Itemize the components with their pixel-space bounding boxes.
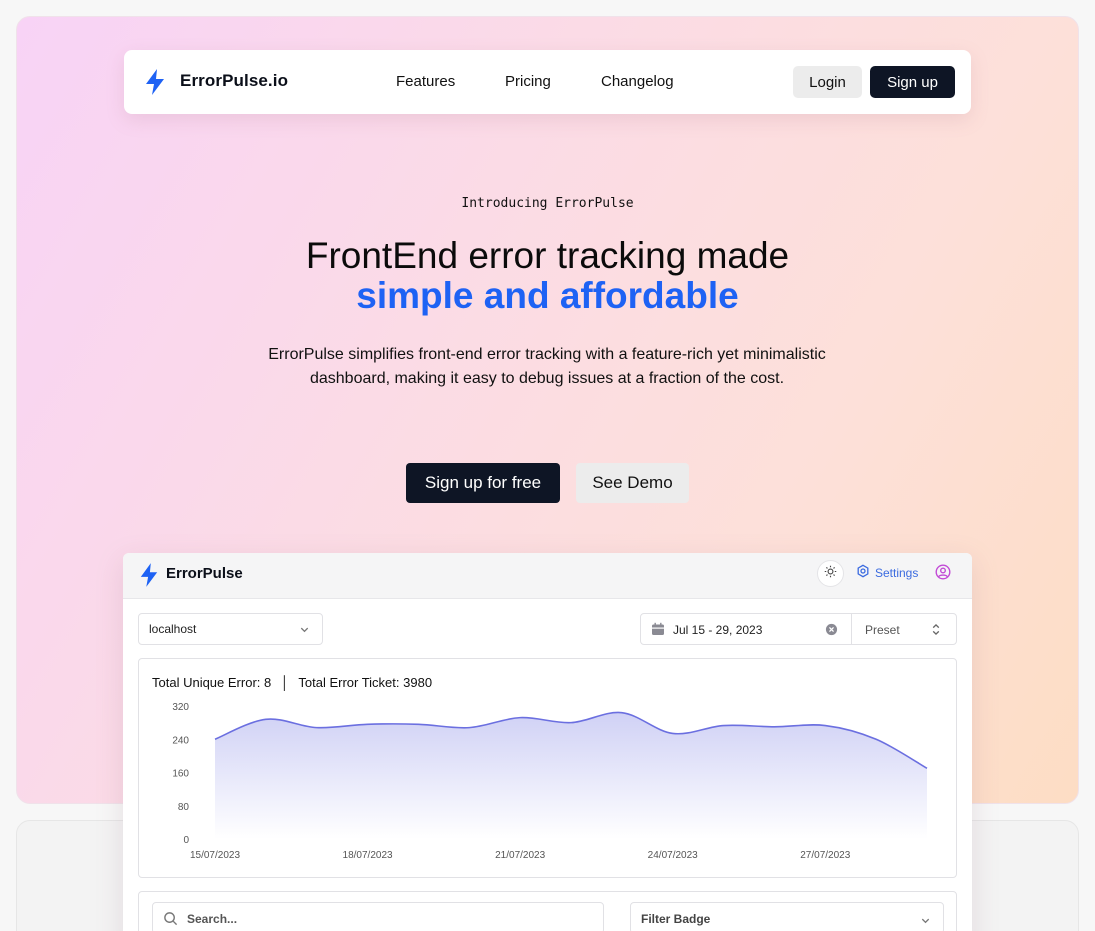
user-profile-icon[interactable] <box>935 564 951 585</box>
site-select[interactable]: localhost <box>138 613 323 645</box>
dashboard-header: ErrorPulse Settings <box>123 553 972 599</box>
intro-label: Introducing ErrorPulse <box>461 196 634 211</box>
x-tick-label: 24/07/2023 <box>648 850 698 861</box>
y-tick-label: 320 <box>172 702 189 713</box>
signup-free-button[interactable]: Sign up for free <box>406 463 560 503</box>
clear-date-icon[interactable] <box>825 623 838 641</box>
see-demo-button[interactable]: See Demo <box>576 463 689 503</box>
error-list-toolbar: Search... Filter Badge <box>138 891 957 931</box>
y-tick-label: 240 <box>172 735 189 746</box>
preset-select[interactable]: Preset <box>865 623 900 637</box>
settings-label: Settings <box>875 565 919 580</box>
signup-button[interactable]: Sign up <box>870 66 955 98</box>
login-button[interactable]: Login <box>793 66 862 98</box>
theme-toggle-button[interactable] <box>817 560 844 587</box>
settings-link[interactable]: Settings <box>856 564 918 581</box>
search-input[interactable]: Search... <box>152 902 604 931</box>
dashboard-brand: ErrorPulse <box>166 565 243 582</box>
y-tick-label: 0 <box>183 835 189 846</box>
lightning-logo-icon <box>139 562 159 593</box>
y-tick-label: 80 <box>178 802 190 813</box>
search-placeholder: Search... <box>187 912 238 926</box>
x-tick-label: 21/07/2023 <box>495 850 545 861</box>
date-range-picker[interactable]: Jul 15 - 29, 2023 Preset <box>640 613 957 645</box>
nav-link-pricing[interactable]: Pricing <box>505 73 551 90</box>
x-tick-label: 18/07/2023 <box>343 850 393 861</box>
error-area-chart: 0 80 160 240 320 15/07/2023 18/07/2023 21/07/20… <box>172 702 928 861</box>
dashboard-preview: ErrorPulse Settings localhost Jul 15 - 2… <box>123 553 972 931</box>
site-select-value: localhost <box>149 622 197 636</box>
chevron-down-icon <box>299 624 310 638</box>
page-headline: FrontEnd error tracking made simple and … <box>0 236 1095 316</box>
sun-icon <box>824 565 837 583</box>
headline-line2-accent: simple and affordable <box>356 275 739 316</box>
error-chart-card: Total Unique Error: 8 │ Total Error Tick… <box>138 658 957 878</box>
chevron-updown-icon <box>931 623 941 641</box>
nav-link-features[interactable]: Features <box>396 73 455 90</box>
gear-icon <box>856 564 870 581</box>
hero-description: ErrorPulse simplifies front-end error tr… <box>268 346 826 387</box>
calendar-icon <box>651 622 665 641</box>
lightning-logo-icon[interactable] <box>144 68 166 101</box>
filter-badge-label: Filter Badge <box>641 912 711 926</box>
chevron-down-icon <box>920 913 931 931</box>
chart-area-fill <box>215 712 927 839</box>
filter-badge-select[interactable]: Filter Badge <box>630 902 944 931</box>
headline-line1: FrontEnd error tracking made <box>305 235 790 276</box>
date-picker-divider <box>851 614 852 644</box>
top-navbar: ErrorPulse.io Features Pricing Changelog… <box>124 50 971 114</box>
search-icon <box>163 911 178 931</box>
x-tick-label: 27/07/2023 <box>800 850 850 861</box>
x-tick-label: 15/07/2023 <box>190 850 240 861</box>
nav-link-changelog[interactable]: Changelog <box>601 73 674 90</box>
date-range-value: Jul 15 - 29, 2023 <box>673 623 763 637</box>
brand-name[interactable]: ErrorPulse.io <box>180 71 288 91</box>
y-tick-label: 160 <box>172 769 189 780</box>
